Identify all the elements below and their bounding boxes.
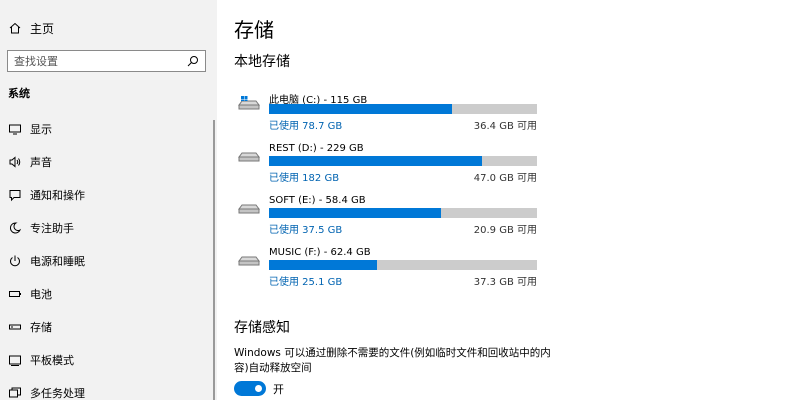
- drive-used: 已使用 37.5 GB: [269, 225, 343, 236]
- section-title: 系统: [8, 87, 30, 100]
- drive-usage-bar: [269, 104, 537, 114]
- nav-list: 显示 声音 通知和操作 专注助手 电源和睡眠 电池 存储 平板模式 多任务处理: [0, 112, 210, 400]
- drive-usage-fill: [269, 104, 453, 114]
- drive-usage-bar: [269, 260, 537, 270]
- drive-item[interactable]: MUSIC (F:) - 62.4 GB 已使用 25.1 GB 37.3 GB…: [237, 247, 542, 288]
- local-storage-title: 本地存储: [234, 54, 290, 70]
- drive-usage-bar: [269, 208, 537, 218]
- tablet-icon: [8, 353, 22, 367]
- home-label: 主页: [30, 21, 55, 36]
- storage-icon: [8, 320, 22, 334]
- notification-icon: [8, 188, 22, 202]
- main-content: 存储 本地存储 此电脑 (C:) - 115 GB 已使用 78.7 GB 36…: [217, 0, 805, 400]
- storage-sense-description: Windows 可以通过删除不需要的文件(例如临时文件和回收站中的内容)自动释放…: [234, 347, 551, 374]
- storage-sense-title: 存储感知: [234, 320, 290, 336]
- drive-icon: [237, 147, 261, 163]
- sidebar-item-sound[interactable]: 声音: [0, 145, 210, 178]
- drive-available: 47.0 GB 可用: [473, 173, 537, 184]
- sidebar: 主页 查找设置 系统 显示 声音 通知和操作 专注助手 电源和睡眠 电池 存储 …: [0, 0, 217, 400]
- sidebar-item-display[interactable]: 显示: [0, 112, 210, 145]
- multitask-icon: [8, 386, 22, 400]
- home-icon: [8, 21, 22, 35]
- drive-usage-bar: [269, 156, 537, 166]
- sidebar-item-label: 显示: [30, 122, 52, 136]
- system-drive-icon: [237, 95, 261, 111]
- display-icon: [8, 122, 22, 136]
- sidebar-item-multitasking[interactable]: 多任务处理: [0, 376, 210, 400]
- sidebar-item-label: 平板模式: [30, 353, 74, 367]
- drive-name: SOFT (E:) - 58.4 GB: [269, 195, 366, 206]
- drive-used: 已使用 25.1 GB: [269, 277, 343, 288]
- drive-available: 37.3 GB 可用: [473, 277, 537, 288]
- sidebar-scrollbar[interactable]: [213, 120, 215, 400]
- drive-icon: [237, 199, 261, 215]
- sidebar-item-storage[interactable]: 存储: [0, 310, 210, 343]
- search-box[interactable]: 查找设置: [7, 50, 206, 72]
- drive-item[interactable]: SOFT (E:) - 58.4 GB 已使用 37.5 GB 20.9 GB …: [237, 195, 542, 236]
- sidebar-item-power-sleep[interactable]: 电源和睡眠: [0, 244, 210, 277]
- drive-available: 36.4 GB 可用: [473, 121, 537, 132]
- search-input[interactable]: 查找设置: [14, 53, 187, 69]
- speaker-icon: [8, 155, 22, 169]
- sidebar-item-battery[interactable]: 电池: [0, 277, 210, 310]
- storage-sense-toggle[interactable]: [234, 381, 266, 396]
- sidebar-item-label: 多任务处理: [30, 386, 85, 400]
- drive-usage-fill: [269, 208, 442, 218]
- sidebar-item-label: 专注助手: [30, 221, 74, 235]
- drive-name: MUSIC (F:) - 62.4 GB: [269, 247, 371, 258]
- page-title: 存储: [234, 18, 274, 42]
- battery-icon: [8, 287, 22, 301]
- sidebar-item-label: 存储: [30, 320, 52, 334]
- drive-used: 已使用 182 GB: [269, 173, 340, 184]
- drive-usage-fill: [269, 156, 483, 166]
- moon-icon: [8, 221, 22, 235]
- drive-icon: [237, 251, 261, 267]
- drive-item[interactable]: 此电脑 (C:) - 115 GB 已使用 78.7 GB 36.4 GB 可用: [237, 91, 542, 132]
- sidebar-item-tablet-mode[interactable]: 平板模式: [0, 343, 210, 376]
- drive-usage-fill: [269, 260, 377, 270]
- power-icon: [8, 254, 22, 268]
- sidebar-item-label: 通知和操作: [30, 188, 85, 202]
- drive-name: REST (D:) - 229 GB: [269, 143, 364, 154]
- search-icon[interactable]: [187, 55, 199, 67]
- sidebar-item-focus-assist[interactable]: 专注助手: [0, 211, 210, 244]
- sidebar-item-label: 电源和睡眠: [30, 254, 85, 268]
- sidebar-item-notifications[interactable]: 通知和操作: [0, 178, 210, 211]
- drive-item[interactable]: REST (D:) - 229 GB 已使用 182 GB 47.0 GB 可用: [237, 143, 542, 184]
- toggle-label: 开: [273, 383, 284, 396]
- toggle-knob: [255, 385, 262, 392]
- sidebar-item-label: 声音: [30, 155, 52, 169]
- drive-used: 已使用 78.7 GB: [269, 121, 343, 132]
- sidebar-item-label: 电池: [30, 287, 52, 301]
- drive-available: 20.9 GB 可用: [473, 225, 537, 236]
- home-link[interactable]: 主页: [8, 19, 54, 37]
